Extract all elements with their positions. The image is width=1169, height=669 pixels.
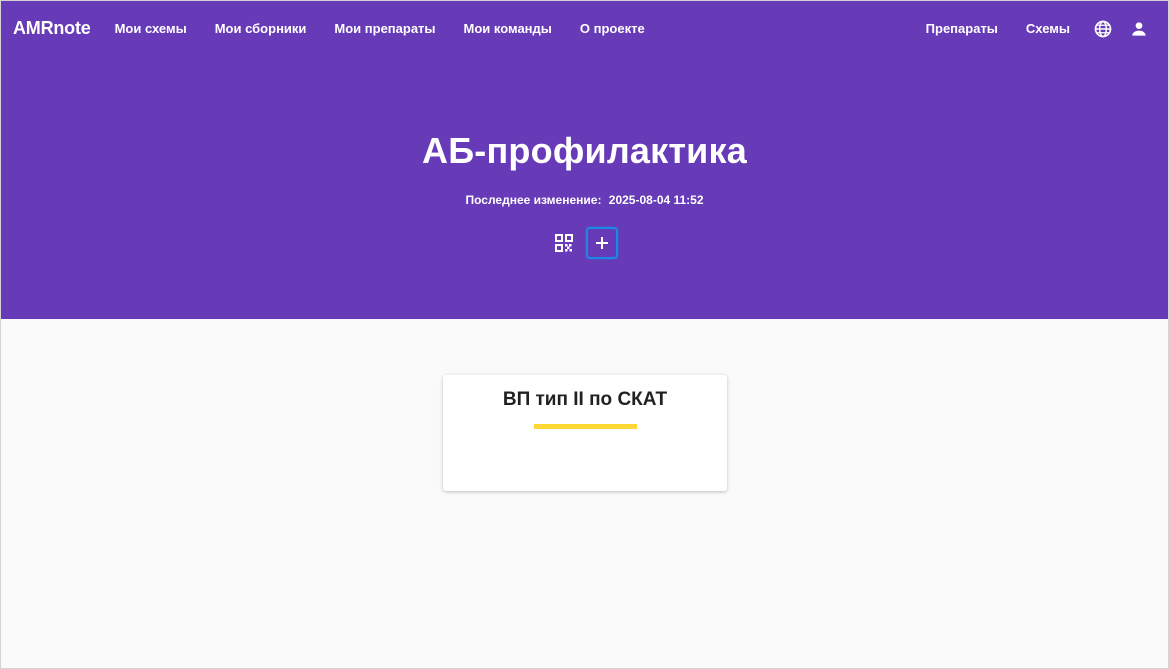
qr-code-icon[interactable] (552, 231, 576, 255)
scheme-card-accent-bar (533, 424, 637, 429)
page-title: АБ-профилактика (422, 130, 747, 171)
page-header: АБ-профилактика Последнее изменение: 202… (1, 56, 1168, 319)
top-navbar: AMRnote Мои схемы Мои сборники Мои препа… (1, 1, 1168, 56)
nav-link-drugs[interactable]: Препараты (912, 21, 1012, 36)
globe-icon[interactable] (1086, 12, 1120, 46)
scheme-card[interactable]: ВП тип II по СКАТ (443, 375, 727, 491)
nav-link-my-drugs[interactable]: Мои препараты (320, 21, 449, 36)
add-button[interactable] (585, 227, 618, 259)
nav-link-schemes[interactable]: Схемы (1012, 21, 1084, 36)
nav-link-my-teams[interactable]: Мои команды (450, 21, 566, 36)
last-modified: Последнее изменение: 2025-08-04 11:52 (1, 193, 1168, 207)
nav-link-about[interactable]: О проекте (566, 21, 659, 36)
nav-left-links: Мои схемы Мои сборники Мои препараты Мои… (101, 21, 659, 36)
user-icon[interactable] (1122, 12, 1156, 46)
header-actions (1, 227, 1168, 259)
nav-right-links: Препараты Схемы (912, 12, 1156, 46)
scheme-card-title: ВП тип II по СКАТ (502, 389, 668, 410)
plus-icon (595, 237, 608, 249)
last-modified-value: 2025-08-04 11:52 (608, 193, 704, 207)
nav-link-my-schemes[interactable]: Мои схемы (101, 21, 201, 36)
last-modified-label: Последнее изменение: (465, 193, 602, 207)
brand-logo[interactable]: AMRnote (13, 18, 91, 39)
nav-link-my-collections[interactable]: Мои сборники (201, 21, 321, 36)
